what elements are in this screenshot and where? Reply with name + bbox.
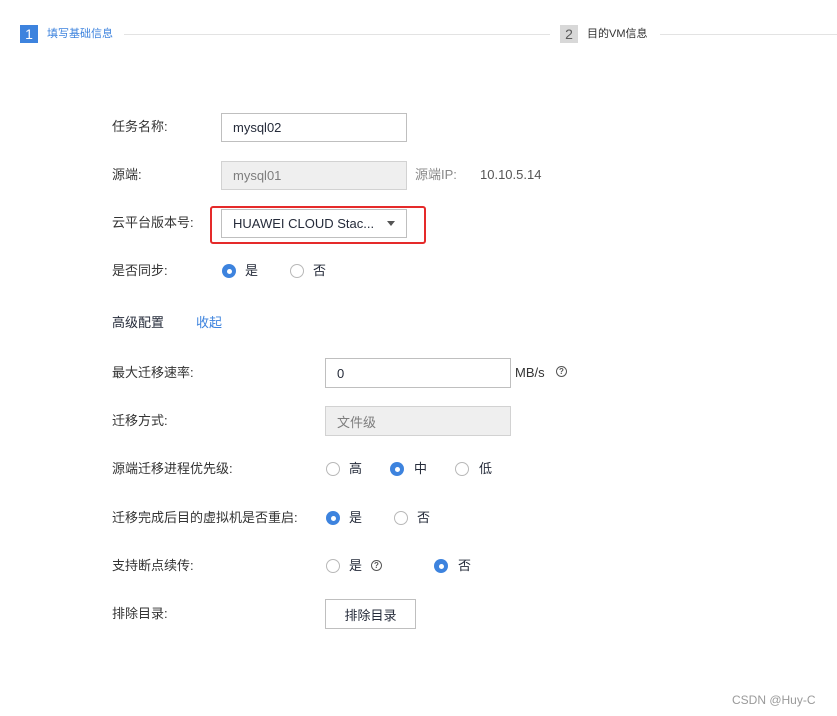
priority-high-label: 高: [349, 461, 363, 476]
max-rate-label: 最大迁移速率:: [112, 365, 194, 380]
resume-no-label: 否: [458, 558, 472, 573]
max-rate-unit: MB/s: [515, 365, 545, 380]
reboot-yes-radio[interactable]: [326, 511, 340, 525]
step-trailing-line: [660, 34, 837, 35]
source-ip-label: 源端IP:: [415, 167, 457, 182]
reboot-no-radio[interactable]: [394, 511, 408, 525]
step-2-number: 2: [560, 25, 578, 43]
reboot-no-label: 否: [417, 510, 431, 525]
priority-low-radio[interactable]: [455, 462, 469, 476]
priority-label: 源端迁移进程优先级:: [112, 461, 233, 476]
max-rate-input[interactable]: 0: [325, 358, 511, 388]
sync-yes-radio[interactable]: [222, 264, 236, 278]
sync-no-label: 否: [313, 263, 327, 278]
resume-no-radio[interactable]: [434, 559, 448, 573]
watermark: CSDN @Huy-C: [732, 693, 816, 707]
sync-yes-label: 是: [245, 263, 259, 278]
reboot-yes-label: 是: [349, 510, 363, 525]
cloud-version-label: 云平台版本号:: [112, 215, 194, 230]
step-1-number: 1: [20, 25, 38, 43]
chevron-down-icon: [387, 221, 395, 226]
source-label: 源端:: [112, 167, 142, 182]
priority-high-radio[interactable]: [326, 462, 340, 476]
resume-label: 支持断点续传:: [112, 558, 194, 573]
collapse-link[interactable]: 收起: [196, 313, 222, 333]
help-icon[interactable]: ?: [556, 366, 567, 377]
source-ip-value: 10.10.5.14: [480, 167, 542, 182]
priority-low-label: 低: [479, 461, 493, 476]
migration-mode-label: 迁移方式:: [112, 413, 168, 428]
resume-yes-radio[interactable]: [326, 559, 340, 573]
cloud-version-select[interactable]: HUAWEI CLOUD Stac...: [221, 209, 407, 238]
cloud-version-selected: HUAWEI CLOUD Stac...: [233, 216, 375, 231]
step-2-label[interactable]: 目的VM信息: [587, 25, 648, 43]
priority-medium-label: 中: [414, 461, 428, 476]
reboot-label: 迁移完成后目的虚拟机是否重启:: [112, 510, 298, 525]
sync-label: 是否同步:: [112, 263, 168, 278]
sync-no-radio[interactable]: [290, 264, 304, 278]
resume-help-icon[interactable]: ?: [371, 560, 382, 571]
task-name-label: 任务名称:: [112, 119, 168, 134]
exclude-dir-label: 排除目录:: [112, 606, 168, 621]
task-name-input[interactable]: mysql02: [221, 113, 407, 142]
priority-medium-radio[interactable]: [390, 462, 404, 476]
migration-mode-input: 文件级: [325, 406, 511, 436]
resume-yes-label: 是: [349, 558, 363, 573]
exclude-dir-button[interactable]: 排除目录: [325, 599, 416, 629]
step-1-label[interactable]: 填写基础信息: [47, 25, 113, 43]
source-input: mysql01: [221, 161, 407, 190]
step-connector-line: [124, 34, 550, 35]
advanced-config-title: 高级配置: [112, 315, 165, 330]
